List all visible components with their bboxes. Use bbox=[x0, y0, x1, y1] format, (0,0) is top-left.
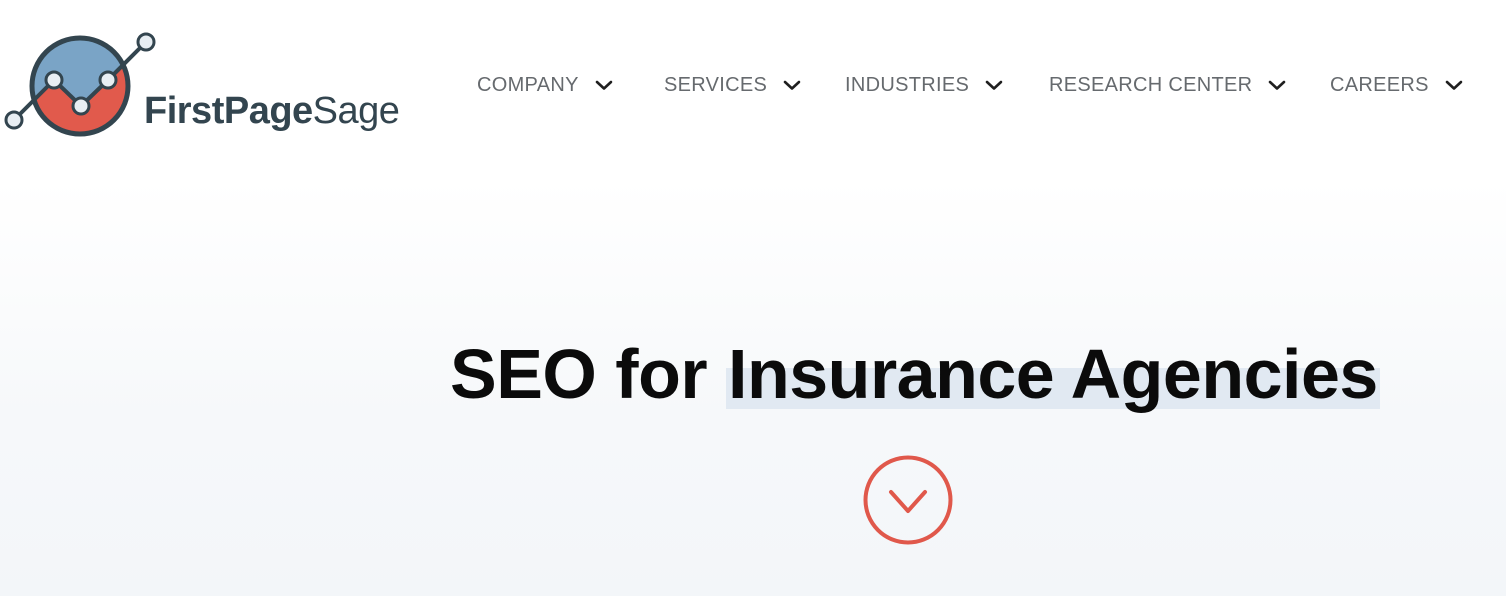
nav-item-industries[interactable]: INDUSTRIES bbox=[845, 68, 1003, 102]
nav-label: COMPANY bbox=[477, 73, 579, 96]
chevron-down-icon bbox=[985, 79, 1003, 91]
chevron-down-icon bbox=[1268, 79, 1286, 91]
title-prefix: SEO for bbox=[450, 335, 727, 413]
chevron-down-icon bbox=[595, 79, 613, 91]
chevron-down-icon bbox=[783, 79, 801, 91]
chevron-down-icon bbox=[1445, 79, 1463, 91]
nav-item-research-center[interactable]: RESEARCH CENTER bbox=[1049, 68, 1286, 102]
nav-item-services[interactable]: SERVICES bbox=[664, 68, 801, 102]
nav-label: INDUSTRIES bbox=[845, 73, 970, 96]
scroll-down-button[interactable] bbox=[863, 455, 953, 545]
circle-chevron-down-icon bbox=[863, 455, 953, 545]
nav-label: RESEARCH CENTER bbox=[1049, 73, 1253, 96]
nav-label: SERVICES bbox=[664, 73, 768, 96]
main-nav: COMPANY SERVICES INDUSTRIES RESEARCH CEN… bbox=[0, 68, 1506, 102]
site-header: FirstPageSage COMPANY SERVICES INDUSTRIE… bbox=[0, 0, 1506, 170]
title-highlight: Insurance Agencies bbox=[726, 335, 1380, 413]
page-title: SEO for Insurance Agencies bbox=[450, 334, 1380, 414]
nav-item-careers[interactable]: CAREERS bbox=[1330, 68, 1463, 102]
nav-label: CAREERS bbox=[1330, 73, 1429, 96]
nav-item-company[interactable]: COMPANY bbox=[477, 68, 613, 102]
